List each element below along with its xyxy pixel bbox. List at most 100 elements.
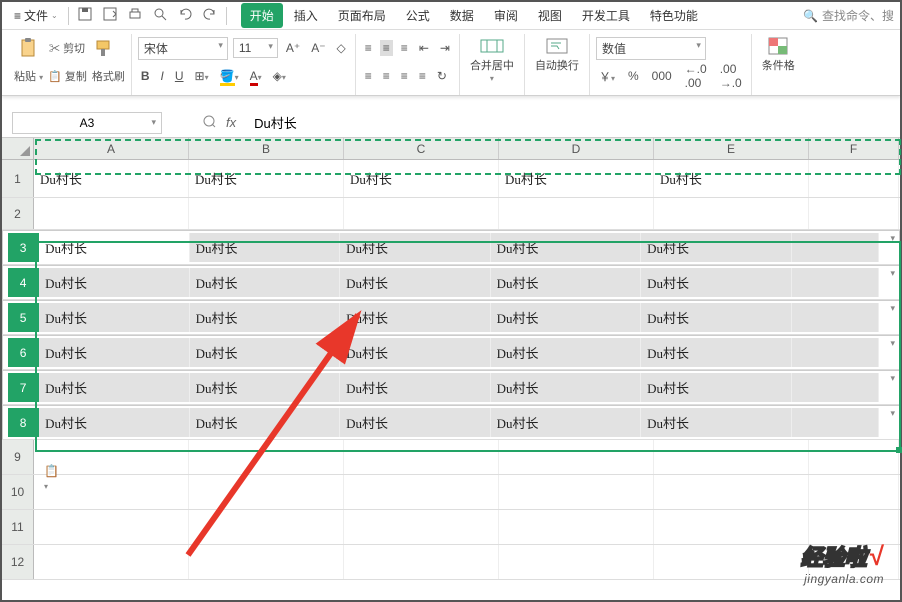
format-painter-button[interactable] [90,36,118,60]
cell[interactable]: Du村长 [641,233,792,262]
align-middle-icon[interactable]: ≡ [380,40,393,56]
tab-page-layout[interactable]: 页面布局 [329,3,395,28]
cell[interactable]: Du村长 [39,338,190,367]
tab-data[interactable]: 数据 [441,3,483,28]
row-header[interactable]: 5 [8,303,39,332]
bold-button[interactable]: B [138,68,153,84]
font-size-select[interactable]: 11 [233,38,278,58]
tab-special[interactable]: 特色功能 [641,3,707,28]
decrease-font-button[interactable]: A⁻ [308,40,328,56]
cell[interactable] [809,475,899,509]
cell[interactable]: Du村长 [190,373,341,402]
cell[interactable]: Du村长 [641,268,792,297]
fill-color-button[interactable]: 🪣▾ [217,68,242,84]
cell[interactable] [344,510,499,544]
cell[interactable]: Du村长 [491,233,642,262]
cell[interactable] [499,510,654,544]
orientation-icon[interactable]: ↻ [434,68,450,84]
cell[interactable] [654,545,809,579]
redo-icon[interactable] [202,6,218,25]
cell[interactable] [34,198,189,229]
align-bottom-icon[interactable]: ≡ [398,40,411,56]
tab-view[interactable]: 视图 [529,3,571,28]
tab-insert[interactable]: 插入 [285,3,327,28]
row-header[interactable]: 4 [8,268,39,297]
cell[interactable] [189,198,344,229]
name-box[interactable]: A3 [12,112,162,134]
paste-options-icon[interactable]: 📋▾ [44,464,62,478]
cell[interactable] [792,408,879,437]
cell[interactable]: Du村长 [340,268,491,297]
cell[interactable] [34,545,189,579]
cell[interactable]: Du村长 [190,303,341,332]
auto-wrap-button[interactable]: 自动换行 [531,34,583,75]
cell[interactable] [189,510,344,544]
col-header-c[interactable]: C [344,138,499,159]
font-name-select[interactable]: 宋体 [138,37,228,60]
justify-icon[interactable]: ≡ [416,68,429,84]
cell[interactable]: Du村长 [641,303,792,332]
select-all-corner[interactable] [2,138,34,159]
conditional-format-button[interactable]: 条件格 [758,34,799,75]
cell[interactable] [34,510,189,544]
save-icon[interactable] [77,6,93,25]
cell[interactable]: Du村长 [491,303,642,332]
clear-format-icon[interactable]: ◇ [334,40,349,56]
paste-label[interactable]: 粘贴 ▾ [14,68,43,84]
cell[interactable]: Du村长 [641,408,792,437]
cell[interactable] [654,198,809,229]
cell[interactable] [499,475,654,509]
cell[interactable]: Du村长 [39,233,190,262]
cell[interactable] [344,545,499,579]
merge-center-button[interactable]: 合并居中▾ [466,34,518,85]
align-top-icon[interactable]: ≡ [362,40,375,56]
cut-button[interactable]: ✂ 剪切 [49,40,85,56]
cell[interactable]: Du村长 [491,338,642,367]
col-header-e[interactable]: E [654,138,809,159]
fx-label[interactable]: fx [226,115,236,130]
cell[interactable] [344,440,499,474]
align-left-icon[interactable]: ≡ [362,68,375,84]
cell[interactable] [499,440,654,474]
underline-button[interactable]: U [172,68,187,84]
cell[interactable] [809,510,899,544]
cell[interactable] [809,198,899,229]
row-header[interactable]: 10 [2,475,34,509]
inc-decimal-button[interactable]: ←.0.00 [682,61,710,91]
formula-input[interactable]: Du村长 [254,113,297,132]
cell[interactable]: Du村长 [190,268,341,297]
row-header[interactable]: 2 [2,198,34,229]
cell[interactable]: Du村长 [340,373,491,402]
undo-icon[interactable] [177,6,193,25]
font-color-button[interactable]: A▾ [247,68,265,84]
dec-decimal-button[interactable]: .00→.0 [717,61,745,91]
cell[interactable]: Du村长 [189,160,344,197]
cell[interactable] [189,545,344,579]
cell[interactable]: Du村长 [39,408,190,437]
cell-style-button[interactable]: ◈▾ [270,68,289,84]
percent-button[interactable]: % [625,68,642,84]
row-header[interactable]: 11 [2,510,34,544]
cell[interactable] [809,160,899,197]
col-header-f[interactable]: F [809,138,899,159]
cell[interactable] [792,233,879,262]
align-right-icon[interactable]: ≡ [398,68,411,84]
cell[interactable] [344,475,499,509]
italic-button[interactable]: I [158,68,167,84]
cell[interactable] [654,475,809,509]
cell[interactable]: Du村长 [340,408,491,437]
cell[interactable] [654,510,809,544]
cell[interactable]: Du村长 [491,373,642,402]
tab-formulas[interactable]: 公式 [397,3,439,28]
cell[interactable] [189,475,344,509]
cell[interactable] [499,198,654,229]
col-header-d[interactable]: D [499,138,654,159]
cell[interactable]: Du村长 [340,303,491,332]
file-menu[interactable]: ≡ 文件 ⌄ [8,7,64,24]
row-header[interactable]: 12 [2,545,34,579]
cell[interactable]: Du村长 [190,338,341,367]
cell[interactable] [792,338,879,367]
currency-button[interactable]: ￥▾ [596,67,618,86]
row-header[interactable]: 7 [8,373,39,402]
print-preview-icon[interactable] [152,6,168,25]
